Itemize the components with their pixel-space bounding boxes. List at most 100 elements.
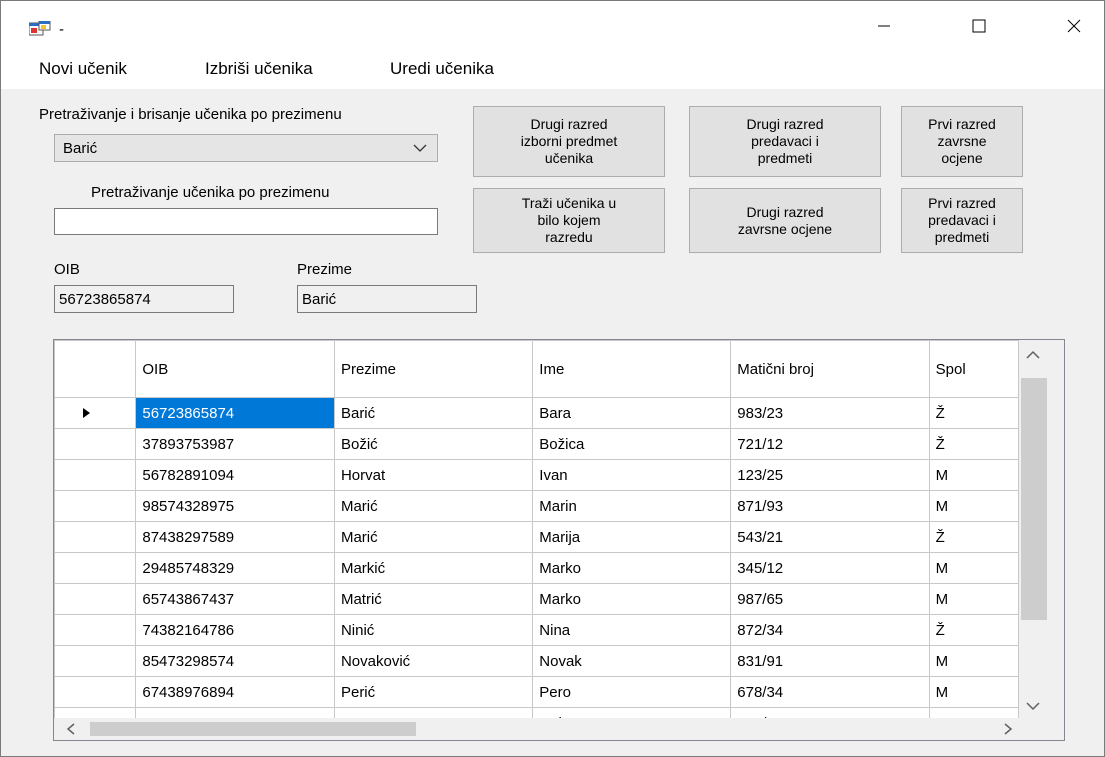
cell-oib[interactable]: 67438976894 <box>135 676 335 708</box>
cell-prezime[interactable]: Markić <box>333 552 534 584</box>
table-row[interactable]: 29485748329 Markić Marko 345/12 M <box>54 552 1019 584</box>
scroll-up-icon[interactable] <box>1026 350 1040 359</box>
column-header-prezime[interactable]: Prezime <box>333 340 534 398</box>
column-header-ime[interactable]: Ime <box>532 340 732 398</box>
oib-field[interactable] <box>54 285 234 313</box>
cell-ime[interactable]: Bara <box>532 397 732 429</box>
row-header[interactable] <box>54 583 137 615</box>
row-header[interactable] <box>54 614 137 646</box>
cell-spol[interactable]: M <box>928 645 1019 677</box>
cell-prezime[interactable]: Marić <box>333 490 534 522</box>
cell-ime[interactable]: Pero <box>532 676 732 708</box>
cell-spol[interactable]: M <box>928 676 1019 708</box>
vertical-scrollbar[interactable] <box>1019 340 1064 718</box>
horizontal-scrollbar[interactable] <box>54 718 1064 740</box>
cell-maticni-broj[interactable]: 678/34 <box>730 676 930 708</box>
cell-spol[interactable]: M <box>928 583 1019 615</box>
maximize-button[interactable] <box>956 1 1002 51</box>
trazi-ucenika-button[interactable]: Traži učenika u bilo kojem razredu <box>473 188 665 253</box>
cell-ime[interactable]: Roko <box>532 707 732 718</box>
cell-maticni-broj[interactable]: 871/93 <box>730 490 930 522</box>
cell-spol[interactable]: Ž <box>928 614 1019 646</box>
menu-izbrisi-ucenika[interactable]: Izbriši učenika <box>205 59 313 79</box>
menu-uredi-ucenika[interactable]: Uredi učenika <box>390 59 494 79</box>
cell-maticni-broj[interactable]: 721/12 <box>730 428 930 460</box>
cell-oib[interactable]: 65743867437 <box>135 583 335 615</box>
cell-spol[interactable]: Ž <box>928 428 1019 460</box>
column-header-maticni-broj[interactable]: Matični broj <box>730 340 930 398</box>
table-row[interactable]: 37893753987 Božić Božica 721/12 Ž <box>54 428 1019 460</box>
cell-ime[interactable]: Marko <box>532 583 732 615</box>
cell-oib[interactable]: 37893753987 <box>135 428 335 460</box>
cell-ime[interactable]: Nina <box>532 614 732 646</box>
table-row[interactable]: 56782891094 Horvat Ivan 123/25 M <box>54 459 1019 491</box>
cell-prezime[interactable]: Barić <box>333 397 534 429</box>
scroll-right-icon[interactable] <box>1004 723 1013 735</box>
cell-ime[interactable]: Ivan <box>532 459 732 491</box>
table-row[interactable]: 57842389758PetrasRoko321/43M <box>54 707 1019 718</box>
cell-ime[interactable]: Marko <box>532 552 732 584</box>
table-row[interactable]: 98574328975 Marić Marin 871/93 M <box>54 490 1019 522</box>
cell-prezime[interactable]: Horvat <box>333 459 534 491</box>
table-row[interactable]: 87438297589 Marić Marija 543/21 Ž <box>54 521 1019 553</box>
horizontal-scroll-thumb[interactable] <box>90 722 416 736</box>
table-row[interactable]: 56723865874 Barić Bara 983/23 Ž <box>54 397 1019 429</box>
column-header-oib[interactable]: OIB <box>135 340 335 398</box>
row-header[interactable] <box>54 707 137 718</box>
drugi-razred-izborni-button[interactable]: Drugi razred izborni predmet učenika <box>473 106 665 177</box>
row-header[interactable] <box>54 459 137 491</box>
table-row[interactable]: 65743867437 Matrić Marko 987/65 M <box>54 583 1019 615</box>
cell-maticni-broj[interactable]: 321/43 <box>730 707 930 718</box>
scroll-down-icon[interactable] <box>1026 702 1040 711</box>
cell-spol[interactable]: M <box>928 707 1019 718</box>
scroll-left-icon[interactable] <box>66 723 75 735</box>
cell-spol[interactable]: M <box>928 490 1019 522</box>
cell-oib[interactable]: 87438297589 <box>135 521 335 553</box>
cell-prezime[interactable]: Novaković <box>333 645 534 677</box>
cell-maticni-broj[interactable]: 872/34 <box>730 614 930 646</box>
cell-prezime[interactable]: Ninić <box>333 614 534 646</box>
close-button[interactable] <box>1051 1 1097 51</box>
cell-ime[interactable]: Marija <box>532 521 732 553</box>
cell-spol[interactable]: Ž <box>928 521 1019 553</box>
drugi-razred-zavrsne-button[interactable]: Drugi razred zavrsne ocjene <box>689 188 881 253</box>
table-row[interactable]: 85473298574 Novaković Novak 831/91 M <box>54 645 1019 677</box>
cell-oib[interactable]: 85473298574 <box>135 645 335 677</box>
prvi-razred-predavaci-button[interactable]: Prvi razred predavaci i predmeti <box>901 188 1023 253</box>
row-header[interactable] <box>54 552 137 584</box>
search-input[interactable] <box>54 208 438 235</box>
cell-prezime[interactable]: Perić <box>333 676 534 708</box>
cell-prezime[interactable]: Božić <box>333 428 534 460</box>
cell-spol[interactable]: Ž <box>928 397 1019 429</box>
prvi-razred-zavrsne-button[interactable]: Prvi razred zavrsne ocjene <box>901 106 1023 177</box>
cell-oib[interactable]: 98574328975 <box>135 490 335 522</box>
cell-spol[interactable]: M <box>928 552 1019 584</box>
vertical-scroll-thumb[interactable] <box>1021 378 1047 620</box>
cell-maticni-broj[interactable]: 987/65 <box>730 583 930 615</box>
prezime-field[interactable] <box>297 285 477 313</box>
row-header[interactable] <box>54 428 137 460</box>
cell-spol[interactable]: M <box>928 459 1019 491</box>
cell-oib[interactable]: 56782891094 <box>135 459 335 491</box>
row-header[interactable] <box>54 676 137 708</box>
column-header-spol[interactable]: Spol <box>928 340 1019 398</box>
row-header[interactable] <box>54 521 137 553</box>
cell-prezime[interactable]: Marić <box>333 521 534 553</box>
cell-oib[interactable]: 74382164786 <box>135 614 335 646</box>
surname-combobox[interactable]: Barić <box>54 134 438 162</box>
cell-oib[interactable]: 56723865874 <box>135 397 335 429</box>
cell-maticni-broj[interactable]: 983/23 <box>730 397 930 429</box>
cell-prezime[interactable]: Matrić <box>333 583 534 615</box>
cell-ime[interactable]: Marin <box>532 490 732 522</box>
row-header[interactable] <box>54 397 137 429</box>
cell-prezime[interactable]: Petras <box>333 707 534 718</box>
students-grid[interactable]: OIB Prezime Ime Matični broj Spol 567238… <box>53 339 1065 741</box>
cell-ime[interactable]: Božica <box>532 428 732 460</box>
cell-oib[interactable]: 57842389758 <box>135 707 335 718</box>
row-header[interactable] <box>54 645 137 677</box>
drugi-razred-predavaci-button[interactable]: Drugi razred predavaci i predmeti <box>689 106 881 177</box>
cell-maticni-broj[interactable]: 345/12 <box>730 552 930 584</box>
cell-ime[interactable]: Novak <box>532 645 732 677</box>
cell-maticni-broj[interactable]: 123/25 <box>730 459 930 491</box>
table-row[interactable]: 74382164786 Ninić Nina 872/34 Ž <box>54 614 1019 646</box>
